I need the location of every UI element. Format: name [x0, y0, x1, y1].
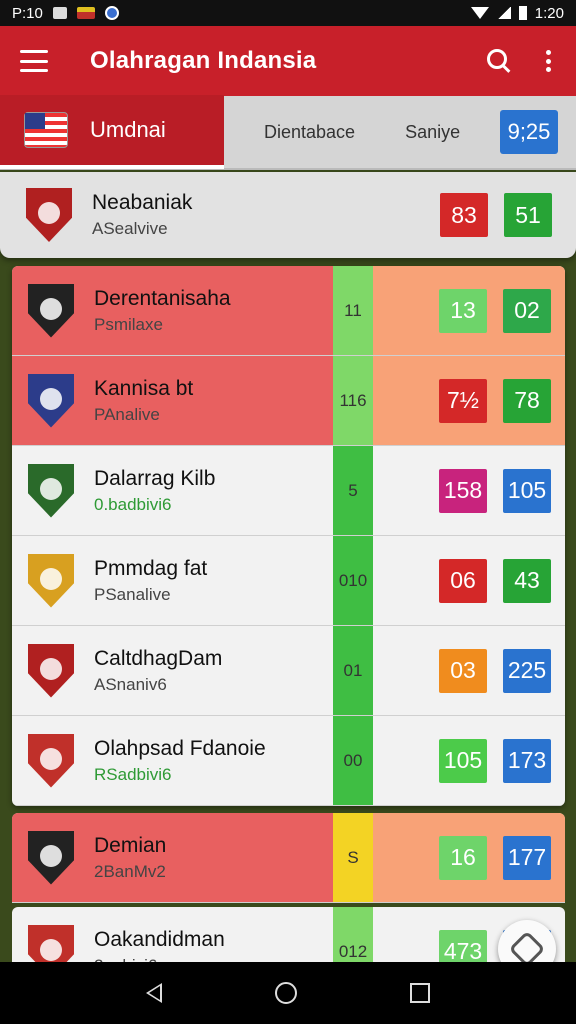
team-subtitle: PAnalive [94, 404, 160, 424]
tab-dientabace[interactable]: Dientabace [264, 122, 355, 143]
match-minute: 01 [333, 626, 373, 715]
match-minute: 5 [333, 446, 373, 535]
recent-apps-icon[interactable] [409, 983, 430, 1003]
tab-saniye[interactable]: Saniye [405, 122, 460, 143]
match-row[interactable]: Olahpsad Fdanoie RSadbivi6 00 105 173 [12, 716, 565, 806]
score-cell: 105 173 [373, 716, 565, 805]
featured-row[interactable]: Neabaniak ASealvive 83 51 [0, 172, 576, 258]
status-time-right: 1:20 [534, 4, 564, 22]
team-cell: CaltdhagDam ASnaniv6 [12, 626, 333, 715]
team-name: Pmmdag fat [94, 556, 208, 580]
team-name: Kannisa bt [94, 376, 194, 400]
team-cell: Olahpsad Fdanoie RSadbivi6 [12, 716, 333, 805]
notification-icon [52, 7, 67, 19]
match-row[interactable]: CaltdhagDam ASnaniv6 01 03 225 [12, 626, 565, 716]
more-options-icon[interactable] [546, 50, 552, 72]
score-cell: 16 177 [373, 813, 565, 902]
back-icon[interactable] [146, 983, 163, 1003]
team-name: Olahpsad Fdanoie [94, 736, 266, 760]
team-name: Neabaniak [92, 191, 193, 214]
score-box[interactable]: 43 [503, 558, 551, 603]
team-cell: Derentanisaha Psmilaxe [12, 266, 333, 355]
team-cell: Kannisa bt PAnalive [12, 356, 333, 445]
flag-icon [76, 7, 95, 19]
score-box[interactable]: 177 [503, 835, 551, 880]
score-box[interactable]: 03 [439, 648, 487, 693]
score-box[interactable]: 02 [503, 288, 551, 333]
team-subtitle: ASnaniv6 [94, 674, 167, 694]
search-icon[interactable] [486, 48, 512, 74]
score-box[interactable]: 83 [440, 193, 488, 237]
team-name: CaltdhagDam [94, 646, 223, 670]
score-cell: 03 225 [373, 626, 565, 715]
tab-score-chip[interactable]: 9;25 [500, 110, 558, 154]
team-subtitle: 2BanMv2 [94, 861, 166, 881]
battery-icon [518, 6, 527, 20]
score-box[interactable]: 7½ [439, 378, 487, 423]
score-box[interactable]: 225 [503, 648, 551, 693]
team-name: Demian [94, 833, 167, 857]
signal-icon [496, 7, 511, 19]
team-cell: Demian 2BanMv2 [12, 813, 333, 902]
score-box[interactable]: 173 [503, 738, 551, 783]
menu-icon[interactable] [20, 50, 48, 72]
team-crest-icon [28, 830, 74, 885]
wifi-icon [470, 7, 489, 19]
team-name: Oakandidman [94, 927, 225, 951]
us-flag-icon [24, 112, 68, 148]
score-box[interactable]: 105 [503, 468, 551, 513]
tab-bar: Umdnai Dientabace Saniye 9;25 [0, 95, 576, 170]
score-cell: 06 43 [373, 536, 565, 625]
score-box[interactable]: 105 [439, 738, 487, 783]
team-crest-icon [26, 188, 72, 242]
score-cell: 158 105 [373, 446, 565, 535]
match-row[interactable]: Demian 2BanMv2 S 16 177 [12, 813, 565, 903]
status-bar: P:10 1:20 [0, 0, 576, 26]
match-row[interactable]: Pmmdag fat PSanalive 010 06 43 [12, 536, 565, 626]
status-time-left: P:10 [12, 4, 43, 22]
score-box[interactable]: 13 [439, 288, 487, 333]
match-minute: 11 [333, 266, 373, 355]
team-subtitle: Psmilaxe [94, 314, 163, 334]
app-bar: Olahragan Indansia [0, 26, 576, 96]
score-box[interactable]: 158 [439, 468, 487, 513]
app-title: Olahragan Indansia [90, 47, 317, 74]
team-cell: Pmmdag fat PSanalive [12, 536, 333, 625]
match-row[interactable]: Kannisa bt PAnalive 116 7½ 78 [12, 356, 565, 446]
tab-active-label: Umdnai [90, 117, 166, 142]
match-list: Derentanisaha Psmilaxe 11 13 02 Kannisa bt PAn… [12, 266, 565, 806]
match-row[interactable]: Derentanisaha Psmilaxe 11 13 02 [12, 266, 565, 356]
match-minute: 010 [333, 536, 373, 625]
team-subtitle: ASealvive [92, 219, 168, 238]
team-name: Dalarrag Kilb [94, 466, 216, 490]
score-cell: 7½ 78 [373, 356, 565, 445]
team-crest-icon [28, 643, 74, 698]
team-crest-icon [28, 283, 74, 338]
tab-active[interactable]: Umdnai [0, 95, 224, 169]
match-minute: S [333, 813, 373, 902]
app-notification-icon [104, 6, 119, 20]
team-crest-icon [28, 553, 74, 608]
team-subtitle: RSadbivi6 [94, 764, 172, 784]
score-box[interactable]: 06 [439, 558, 487, 603]
match-minute: 116 [333, 356, 373, 445]
match-row[interactable]: Dalarrag Kilb 0.badbivi6 5 158 105 [12, 446, 565, 536]
team-subtitle: PSanalive [94, 584, 171, 604]
team-crest-icon [28, 463, 74, 518]
team-cell: Dalarrag Kilb 0.badbivi6 [12, 446, 333, 535]
team-subtitle: 0.badbivi6 [94, 494, 172, 514]
team-crest-icon [28, 733, 74, 788]
home-icon[interactable] [274, 982, 297, 1004]
navigation-bar [0, 962, 576, 1024]
match-minute: 00 [333, 716, 373, 805]
score-box[interactable]: 51 [504, 193, 552, 237]
score-box[interactable]: 78 [503, 378, 551, 423]
team-name: Derentanisaha [94, 286, 231, 310]
score-box[interactable]: 16 [439, 835, 487, 880]
score-cell: 13 02 [373, 266, 565, 355]
team-crest-icon [28, 373, 74, 428]
